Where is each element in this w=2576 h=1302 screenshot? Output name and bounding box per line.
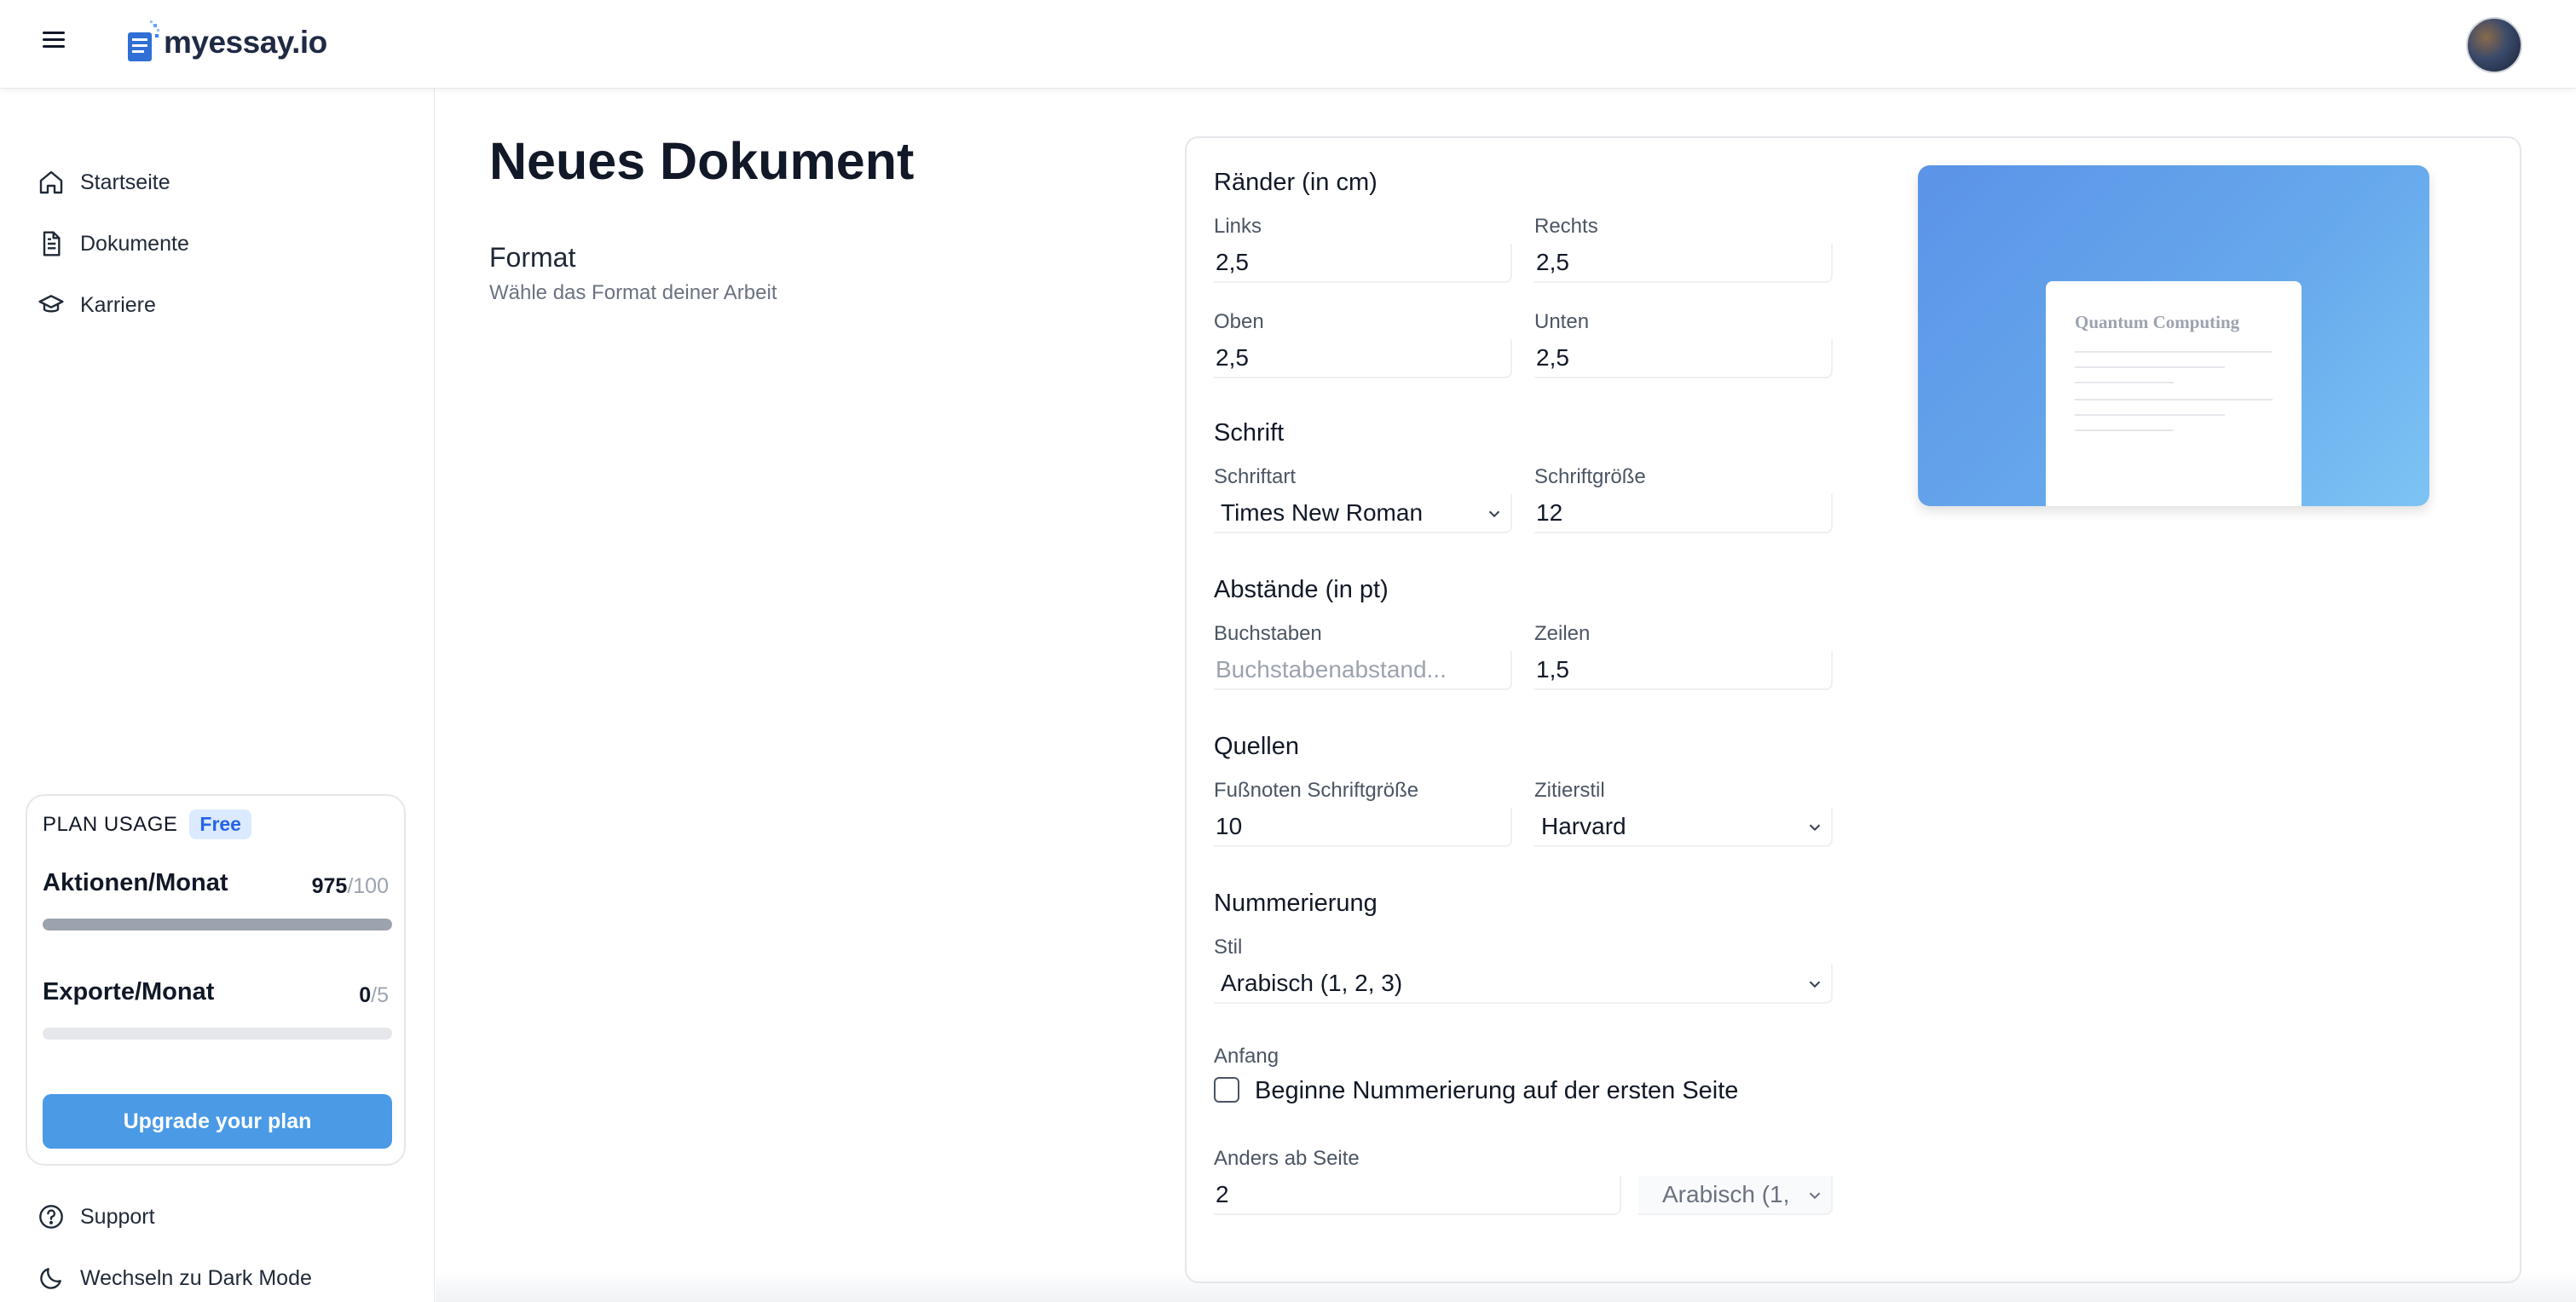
line-spacing-label: Zeilen xyxy=(1534,622,1591,645)
preview-page: Quantum Computing xyxy=(2046,281,2302,506)
preview-text-line xyxy=(2075,399,2273,400)
margin-left-input[interactable] xyxy=(1214,244,1512,283)
start-numbering-checkbox[interactable] xyxy=(1214,1077,1239,1103)
logo[interactable]: myessay.io xyxy=(124,19,327,66)
letter-spacing-label: Buchstaben xyxy=(1214,622,1322,645)
sidebar-item-label: Support xyxy=(80,1204,155,1229)
preview-text-line xyxy=(2075,429,2174,431)
chevron-down-icon xyxy=(1809,824,1821,832)
numbering-style-select[interactable]: Arabisch (1, 2, 3) xyxy=(1214,965,1833,1004)
preview-text-line xyxy=(2075,414,2225,416)
sidebar-item-dokumente[interactable]: Dokumente xyxy=(38,225,189,262)
avatar[interactable] xyxy=(2466,17,2522,73)
margin-right-input[interactable] xyxy=(1534,244,1833,283)
dark-mode-toggle[interactable]: Wechseln zu Dark Mode xyxy=(38,1259,312,1297)
actions-progress-bar xyxy=(43,919,392,930)
home-icon xyxy=(39,170,63,194)
numbering-start-label: Anfang xyxy=(1214,1045,1279,1068)
chevron-down-icon xyxy=(1809,981,1821,988)
different-from-page-input[interactable] xyxy=(1214,1176,1621,1215)
sidebar-item-karriere[interactable]: Karriere xyxy=(38,286,156,324)
upgrade-plan-button[interactable]: Upgrade your plan xyxy=(43,1094,392,1149)
document-preview: Quantum Computing xyxy=(1918,165,2429,506)
logo-document-icon xyxy=(124,20,162,65)
different-from-page-style-value: Arabisch (1, 2, 3) xyxy=(1662,1181,1790,1207)
document-icon xyxy=(43,231,61,256)
format-settings-panel: Ränder (in cm) Links Rechts Oben Unten S… xyxy=(1185,136,2521,1283)
footnote-size-label: Fußnoten Schriftgröße xyxy=(1214,779,1419,802)
margin-bottom-label: Unten xyxy=(1534,310,1590,333)
sidebar-item-label: Karriere xyxy=(80,292,156,317)
font-size-input[interactable] xyxy=(1534,494,1833,533)
exports-usage-label: Exporte/Monat xyxy=(43,978,215,1005)
citation-style-value: Harvard xyxy=(1541,813,1626,839)
actions-usage-count: 975/100 xyxy=(311,874,389,898)
sources-section-title: Quellen xyxy=(1214,733,1299,760)
numbering-style-label: Stil xyxy=(1214,936,1243,959)
margin-top-label: Oben xyxy=(1214,310,1264,333)
different-from-page-style-select[interactable]: Arabisch (1, 2, 3) xyxy=(1638,1176,1833,1215)
margin-bottom-input[interactable] xyxy=(1534,339,1833,378)
sidebar-item-label: Dokumente xyxy=(80,231,189,256)
page-title: Neues Dokument xyxy=(489,132,915,190)
preview-text-line xyxy=(2075,382,2174,383)
menu-icon[interactable] xyxy=(39,27,68,56)
different-from-page-label: Anders ab Seite xyxy=(1214,1147,1360,1170)
plan-usage-title: PLAN USAGE xyxy=(43,812,178,836)
preview-text-line xyxy=(2075,351,2273,353)
font-family-label: Schriftart xyxy=(1214,465,1297,488)
chevron-down-icon xyxy=(1809,1192,1821,1200)
footnote-size-input[interactable] xyxy=(1214,808,1512,847)
citation-style-label: Zitierstil xyxy=(1534,779,1605,802)
numbering-style-value: Arabisch (1, 2, 3) xyxy=(1221,970,1403,996)
font-family-value: Times New Roman xyxy=(1221,499,1424,526)
plan-badge: Free xyxy=(189,809,251,839)
citation-style-select[interactable]: Harvard xyxy=(1534,808,1833,847)
font-size-label: Schriftgröße xyxy=(1534,465,1646,488)
preview-doc-title: Quantum Computing xyxy=(2075,312,2240,332)
start-numbering-checkbox-label[interactable]: Beginne Nummerierung auf der ersten Seit… xyxy=(1255,1077,1738,1105)
top-header: myessay.io xyxy=(0,0,2576,89)
font-section-title: Schrift xyxy=(1214,419,1285,446)
plan-usage-card: PLAN USAGE Free Aktionen/Monat 975/100 E… xyxy=(26,794,406,1166)
margins-section-title: Ränder (in cm) xyxy=(1214,169,1378,196)
moon-icon xyxy=(40,1268,61,1289)
exports-progress-bar xyxy=(43,1028,392,1040)
line-spacing-input[interactable] xyxy=(1534,651,1833,690)
format-section-title: Format xyxy=(489,242,576,273)
help-circle-icon xyxy=(39,1205,63,1229)
sidebar: Startseite Dokumente Karriere PLAN USAGE… xyxy=(0,89,435,1302)
exports-usage-count: 0/5 xyxy=(359,983,389,1007)
letter-spacing-input[interactable] xyxy=(1214,651,1512,690)
margin-top-input[interactable] xyxy=(1214,339,1512,378)
preview-text-line xyxy=(2075,366,2225,368)
bottom-scroll-fade xyxy=(436,1271,2576,1302)
sidebar-item-label: Startseite xyxy=(80,170,170,194)
sidebar-item-support[interactable]: Support xyxy=(38,1198,155,1236)
graduation-cap-icon xyxy=(38,295,64,313)
font-family-select[interactable]: Times New Roman xyxy=(1214,494,1512,533)
format-section-subtitle: Wähle das Format deiner Arbeit xyxy=(489,281,777,304)
plan-usage-header: PLAN USAGE Free xyxy=(43,809,251,839)
sidebar-item-startseite[interactable]: Startseite xyxy=(38,164,170,201)
numbering-section-title: Nummerierung xyxy=(1214,890,1378,917)
margin-right-label: Rechts xyxy=(1534,215,1598,238)
actions-usage-label: Aktionen/Monat xyxy=(43,869,228,896)
actions-progress-fill xyxy=(43,919,392,930)
margin-left-label: Links xyxy=(1214,215,1262,238)
chevron-down-icon xyxy=(1488,510,1500,518)
spacing-section-title: Abstände (in pt) xyxy=(1214,576,1389,603)
sidebar-item-label: Wechseln zu Dark Mode xyxy=(80,1265,312,1290)
logo-text: myessay.io xyxy=(164,25,327,60)
